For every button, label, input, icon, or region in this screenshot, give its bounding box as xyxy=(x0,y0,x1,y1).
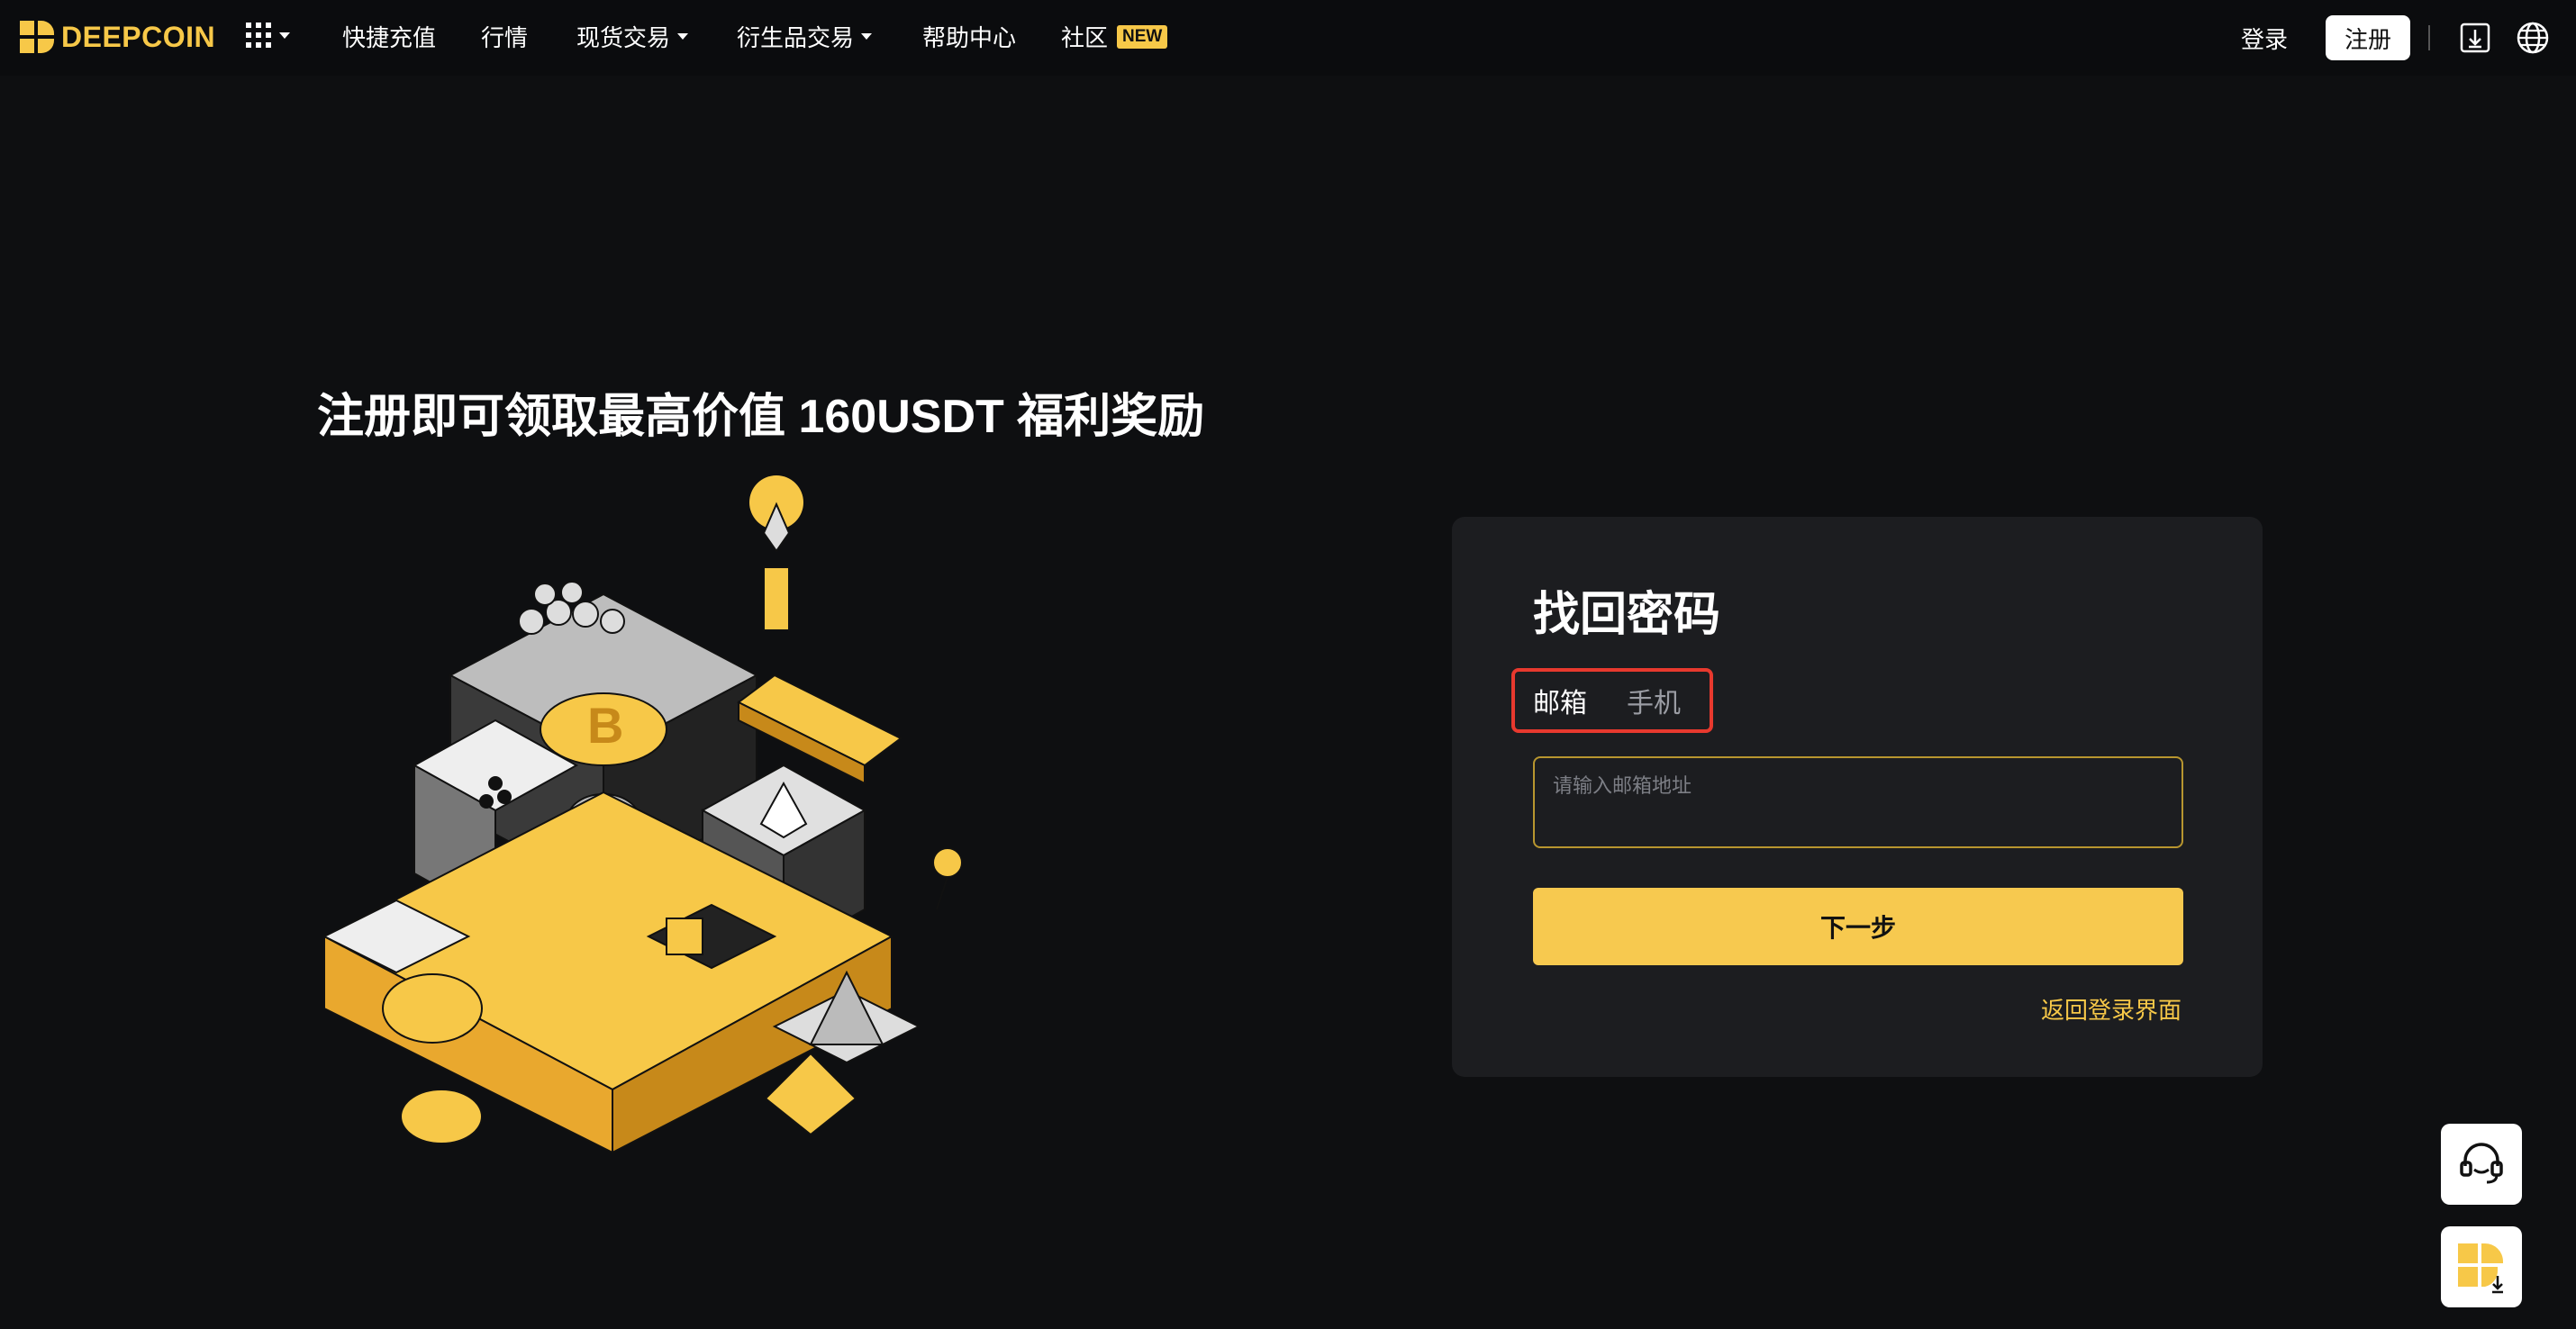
nav-item-label: 帮助中心 xyxy=(922,24,1017,51)
reset-password-card: 找回密码 邮箱 手机 下一步 返回登录界面 xyxy=(1452,517,2263,1077)
app-download-icon xyxy=(2458,1243,2503,1294)
back-to-login-link[interactable]: 返回登录界面 xyxy=(2041,992,2181,1026)
card-title: 找回密码 xyxy=(1533,589,1721,641)
nav-quick-deposit[interactable]: 快捷充值 xyxy=(342,20,436,53)
logo-text: DEEPCOIN xyxy=(61,20,216,53)
nav-item-label: 社区 xyxy=(1061,24,1109,51)
email-field[interactable] xyxy=(1533,756,2183,848)
svg-text:B: B xyxy=(587,697,623,754)
hero-title: 注册即可领取最高价值 160USDT 福利奖励 xyxy=(317,391,1205,443)
crypto-isometric-illustration: B xyxy=(322,475,963,1154)
tab-email[interactable]: 邮箱 xyxy=(1533,681,1587,720)
grid-icon xyxy=(246,23,271,48)
chevron-down-icon xyxy=(279,32,290,39)
tab-phone[interactable]: 手机 xyxy=(1627,681,1681,720)
nav-help-center[interactable]: 帮助中心 xyxy=(922,20,1016,53)
deepcoin-logo-icon xyxy=(20,21,54,53)
nav-item-label: 快捷充值 xyxy=(342,24,437,51)
nav-community[interactable]: 社区 NEW xyxy=(1061,20,1168,53)
language-button[interactable] xyxy=(2515,20,2551,56)
email-input[interactable] xyxy=(1551,767,2167,805)
top-navigation: DEEPCOIN 快捷充值 行情 现货交易 衍生品交易 帮助中心 社区 NEW … xyxy=(0,0,2576,76)
login-link[interactable]: 登录 xyxy=(2241,22,2288,55)
next-step-button[interactable]: 下一步 xyxy=(1533,888,2183,965)
nav-divider xyxy=(2428,25,2430,50)
download-icon xyxy=(2460,23,2490,53)
app-download-button[interactable] xyxy=(2441,1226,2522,1307)
nav-derivatives-trading[interactable]: 衍生品交易 xyxy=(737,20,873,53)
headset-icon xyxy=(2460,1143,2503,1184)
nav-markets[interactable]: 行情 xyxy=(481,20,528,53)
nav-spot-trading[interactable]: 现货交易 xyxy=(576,20,689,53)
logo[interactable]: DEEPCOIN xyxy=(18,18,215,56)
register-button[interactable]: 注册 xyxy=(2326,15,2410,60)
apps-menu-button[interactable] xyxy=(245,22,290,49)
new-badge: NEW xyxy=(1117,24,1168,49)
nav-item-label: 衍生品交易 xyxy=(737,24,855,51)
globe-icon xyxy=(2517,22,2549,54)
customer-support-button[interactable] xyxy=(2441,1124,2522,1205)
chevron-down-icon xyxy=(861,33,873,40)
chevron-down-icon xyxy=(677,33,689,40)
nav-item-label: 行情 xyxy=(481,24,529,51)
nav-item-label: 现货交易 xyxy=(576,24,671,51)
download-button[interactable] xyxy=(2457,20,2493,56)
